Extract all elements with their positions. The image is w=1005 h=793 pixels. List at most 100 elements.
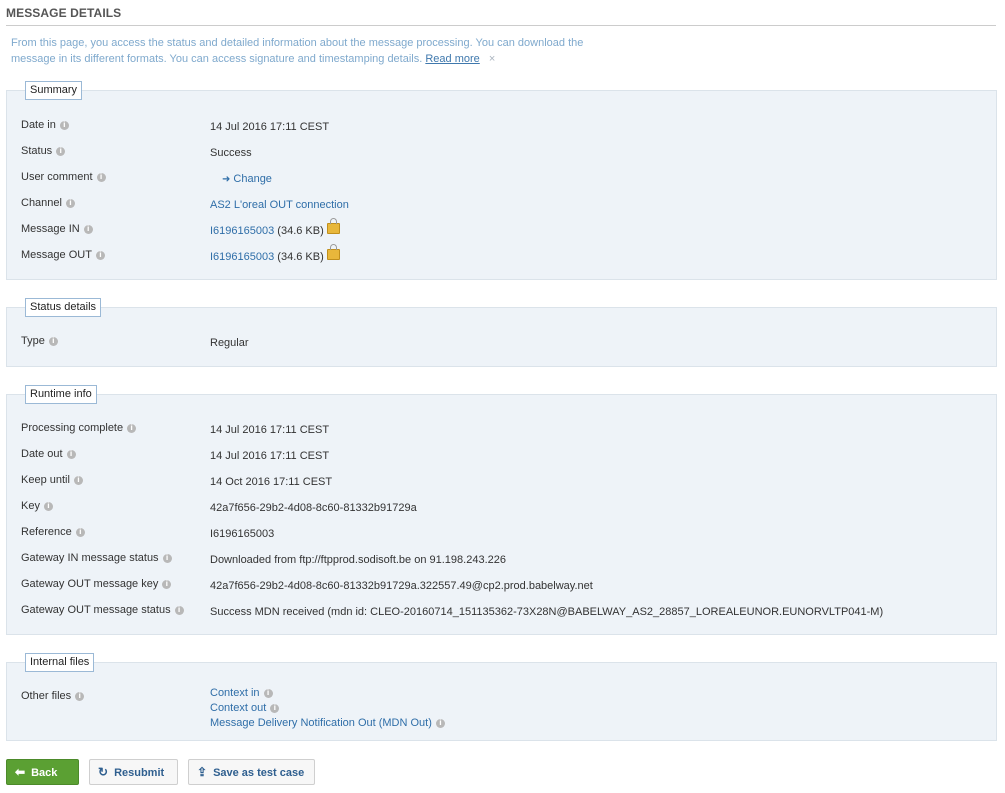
message-out-link[interactable]: I6196165003 bbox=[210, 251, 274, 263]
info-icon[interactable]: i bbox=[270, 704, 280, 713]
status-row: Status i Success bbox=[21, 143, 986, 159]
back-button[interactable]: ⬅ Back bbox=[6, 759, 79, 785]
export-icon: ⇪ bbox=[197, 765, 208, 779]
user-comment-value: ➜ Change bbox=[210, 171, 272, 188]
date-in-value: 14 Jul 2016 17:11 CEST bbox=[210, 121, 330, 133]
info-icon[interactable]: i bbox=[43, 502, 53, 511]
other-files-row: Other files i bbox=[21, 688, 986, 704]
gateway-in-status-label: Gateway IN message status i bbox=[21, 550, 172, 566]
info-icon[interactable]: i bbox=[127, 424, 137, 433]
message-out-value: I6196165003 (34.6 KB) bbox=[210, 244, 340, 265]
context-out-item: Context out i bbox=[210, 701, 280, 716]
close-intro-icon[interactable]: × bbox=[489, 53, 495, 65]
gateway-in-status-row: Gateway IN message status i Downloaded fr… bbox=[21, 550, 986, 566]
info-icon[interactable]: i bbox=[95, 251, 105, 260]
other-files-label: Other files i bbox=[21, 688, 85, 704]
info-icon[interactable]: i bbox=[174, 606, 184, 615]
gateway-out-status-row: Gateway OUT message status i Success MDN … bbox=[21, 602, 986, 618]
internal-files-legend: Internal files bbox=[25, 653, 95, 672]
info-icon[interactable]: i bbox=[56, 147, 66, 156]
info-icon[interactable]: i bbox=[75, 528, 85, 537]
lock-icon[interactable] bbox=[326, 218, 340, 234]
gateway-out-status-label: Gateway OUT message status i bbox=[21, 602, 184, 618]
info-icon[interactable]: i bbox=[83, 225, 93, 234]
info-icon[interactable]: i bbox=[73, 476, 83, 485]
arrow-right-icon: ➜ bbox=[222, 174, 231, 185]
context-in-link[interactable]: Context in bbox=[210, 687, 260, 699]
processing-complete-row: Processing complete i 14 Jul 2016 17:11 C… bbox=[21, 420, 986, 436]
save-test-case-button-label: Save as test case bbox=[213, 767, 305, 779]
date-out-label: Date out i bbox=[21, 446, 76, 462]
internal-files-panel: Internal files Other files i Context in i … bbox=[6, 653, 997, 741]
reference-value: I6196165003 bbox=[210, 528, 275, 540]
user-comment-row: User comment i ➜ Change bbox=[21, 169, 986, 185]
gateway-out-key-value: 42a7f656-29b2-4d08-8c60-81332b91729a.322… bbox=[210, 580, 593, 592]
save-test-case-button[interactable]: ⇪ Save as test case bbox=[188, 759, 315, 785]
info-icon[interactable]: i bbox=[162, 580, 172, 589]
keep-until-label: Keep until i bbox=[21, 472, 83, 488]
message-in-link[interactable]: I6196165003 bbox=[210, 225, 274, 237]
processing-complete-value: 14 Jul 2016 17:11 CEST bbox=[210, 424, 330, 436]
read-more-link[interactable]: Read more bbox=[425, 53, 479, 65]
runtime-info-panel: Runtime info Processing complete i 14 Jul… bbox=[6, 385, 997, 635]
date-in-label: Date in i bbox=[21, 117, 69, 133]
change-comment-link[interactable]: Change bbox=[233, 173, 272, 185]
runtime-info-legend: Runtime info bbox=[25, 385, 97, 404]
date-out-value: 14 Jul 2016 17:11 CEST bbox=[210, 450, 330, 462]
channel-row: Channel i AS2 L'oreal OUT connection bbox=[21, 195, 986, 211]
gateway-in-status-value: Downloaded from ftp://ftpprod.sodisoft.b… bbox=[210, 554, 506, 566]
info-icon[interactable]: i bbox=[66, 450, 76, 459]
key-row: Key i 42a7f656-29b2-4d08-8c60-81332b91729… bbox=[21, 498, 986, 514]
key-label: Key i bbox=[21, 498, 53, 514]
keep-until-row: Keep until i 14 Oct 2016 17:11 CEST bbox=[21, 472, 986, 488]
info-icon[interactable]: i bbox=[48, 337, 58, 346]
page-title: MESSAGE DETAILS bbox=[6, 6, 996, 26]
message-out-size: (34.6 KB) bbox=[277, 251, 324, 263]
summary-legend: Summary bbox=[25, 81, 83, 100]
intro-text: From this page, you access the status an… bbox=[11, 35, 591, 67]
type-row: Type i Regular bbox=[21, 333, 986, 349]
date-in-row: Date in i 14 Jul 2016 17:11 CEST bbox=[21, 117, 986, 133]
channel-link[interactable]: AS2 L'oreal OUT connection bbox=[210, 199, 349, 211]
resubmit-button-label: Resubmit bbox=[114, 767, 165, 779]
mdn-out-link[interactable]: Message Delivery Notification Out (MDN O… bbox=[210, 717, 432, 729]
status-value: Success bbox=[210, 147, 252, 159]
status-details-panel: Status details Type i Regular bbox=[6, 298, 997, 367]
reference-row: Reference i I6196165003 bbox=[21, 524, 986, 540]
resubmit-button[interactable]: ↻ Resubmit bbox=[89, 759, 178, 785]
back-arrow-icon: ⬅ bbox=[15, 765, 26, 779]
message-in-row: Message IN i I6196165003 (34.6 KB) bbox=[21, 218, 986, 239]
refresh-icon: ↻ bbox=[98, 765, 109, 779]
summary-panel: Summary Date in i 14 Jul 2016 17:11 CEST … bbox=[6, 81, 997, 280]
gateway-out-key-row: Gateway OUT message key i 42a7f656-29b2-4… bbox=[21, 576, 986, 592]
channel-label: Channel i bbox=[21, 195, 75, 211]
info-icon[interactable]: i bbox=[59, 121, 69, 130]
status-details-legend: Status details bbox=[25, 298, 102, 317]
info-icon[interactable]: i bbox=[96, 173, 106, 182]
date-out-row: Date out i 14 Jul 2016 17:11 CEST bbox=[21, 446, 986, 462]
mdn-out-item: Message Delivery Notification Out (MDN O… bbox=[210, 716, 445, 731]
info-icon[interactable]: i bbox=[65, 199, 75, 208]
info-icon[interactable]: i bbox=[75, 692, 85, 701]
intro-description: From this page, you access the status an… bbox=[11, 37, 584, 65]
keep-until-value: 14 Oct 2016 17:11 CEST bbox=[210, 476, 333, 488]
type-label: Type i bbox=[21, 333, 58, 349]
message-in-size: (34.6 KB) bbox=[277, 225, 324, 237]
processing-complete-label: Processing complete i bbox=[21, 420, 137, 436]
info-icon[interactable]: i bbox=[162, 554, 172, 563]
message-out-row: Message OUT i I6196165003 (34.6 KB) bbox=[21, 244, 986, 265]
lock-icon[interactable] bbox=[326, 244, 340, 260]
message-out-label: Message OUT i bbox=[21, 247, 105, 263]
type-value: Regular bbox=[210, 337, 249, 349]
info-icon[interactable]: i bbox=[435, 719, 445, 728]
message-in-label: Message IN i bbox=[21, 221, 93, 237]
user-comment-label: User comment i bbox=[21, 169, 106, 185]
status-label: Status i bbox=[21, 143, 66, 159]
gateway-out-status-value: Success MDN received (mdn id: CLEO-20160… bbox=[210, 606, 884, 618]
info-icon[interactable]: i bbox=[263, 689, 273, 698]
message-in-value: I6196165003 (34.6 KB) bbox=[210, 218, 340, 239]
context-out-link[interactable]: Context out bbox=[210, 702, 266, 714]
gateway-out-key-label: Gateway OUT message key i bbox=[21, 576, 172, 592]
context-in-item: Context in i bbox=[210, 686, 273, 701]
key-value: 42a7f656-29b2-4d08-8c60-81332b91729a bbox=[210, 502, 417, 514]
